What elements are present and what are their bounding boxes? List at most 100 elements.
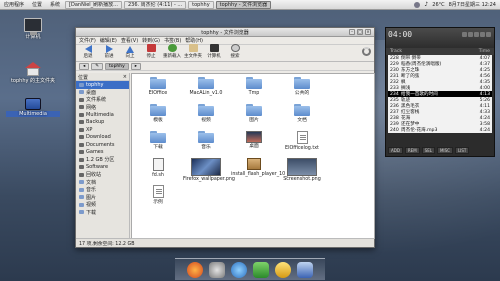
sidebar-item[interactable]: 下载 — [76, 209, 129, 217]
file-item[interactable]: 图片 — [230, 104, 278, 131]
sidebar-item[interactable]: tophhy — [76, 81, 129, 89]
menu-go[interactable]: 转到(G) — [142, 37, 160, 44]
breadcrumb-tophhy[interactable]: tophhy — [105, 62, 129, 70]
file-item[interactable]: EIOfficelog.txt — [278, 131, 326, 158]
file-item[interactable]: 下载 — [134, 131, 182, 158]
window-titlebar[interactable]: tophhy - 文件浏览器 – □ × — [76, 28, 374, 37]
sidebar-item[interactable]: XP — [76, 126, 129, 134]
crumb-left-arrow[interactable]: ◂ — [79, 62, 90, 70]
stop-button[interactable]: 停止 — [142, 44, 160, 59]
sidebar-item[interactable]: 1.2 GB 分区 — [76, 156, 129, 164]
sidebar-item[interactable]: 桌面 — [76, 89, 129, 97]
menu-edit[interactable]: 编辑(E) — [100, 37, 117, 44]
forward-button[interactable]: 前进 — [100, 45, 118, 59]
sidebar-item[interactable]: 网络 — [76, 104, 129, 112]
menu-view[interactable]: 查看(V) — [121, 37, 138, 44]
misc-button[interactable]: MISC — [436, 147, 453, 154]
taskbar-item[interactable]: 236. 周杰伦 (4:11) - ... — [123, 0, 187, 9]
list-button[interactable]: LIST — [454, 147, 470, 154]
taskbar-item-active[interactable]: tophhy - 文件浏览器 — [215, 0, 272, 9]
add-button[interactable]: ADD — [388, 147, 403, 154]
file-item[interactable]: MacALin_v1.0 — [182, 77, 230, 104]
desktop-icon-computer[interactable]: 计算机 — [6, 18, 60, 40]
firefox-icon[interactable] — [187, 262, 203, 278]
network-icon[interactable] — [414, 1, 421, 8]
toolbar: 后退 前进 向上 停止 重新载入 主文件夹 计算机 搜索 — [76, 44, 374, 62]
reload-button[interactable]: 重新载入 — [163, 44, 181, 59]
sidebar-item[interactable]: 音乐 — [76, 186, 129, 194]
sidebar-item[interactable]: 回收站 — [76, 171, 129, 179]
sidebar-item[interactable]: Documents — [76, 141, 129, 149]
prev-icon[interactable] — [462, 32, 467, 37]
clock[interactable]: 8月7日星期三 12:24 — [449, 1, 496, 8]
track-number: 230 — [390, 67, 399, 73]
playlist-row[interactable]: 240 周杰伦-花海.mp3 4:24 — [388, 127, 492, 134]
back-button[interactable]: 后退 — [79, 45, 97, 59]
track-number: 231 — [390, 73, 399, 79]
maximize-icon[interactable]: □ — [357, 29, 363, 35]
stop-icon[interactable] — [480, 32, 485, 37]
sidebar-item[interactable]: 文档 — [76, 179, 129, 187]
pause-icon[interactable] — [474, 32, 479, 37]
file-item[interactable]: 文档 — [278, 104, 326, 131]
next-icon[interactable] — [486, 32, 491, 37]
remove-button[interactable]: REM — [404, 147, 420, 154]
menu-places[interactable]: 位置 — [28, 1, 46, 8]
track-number: 238 — [390, 115, 399, 121]
file-grid: EIOffice MacALin_v1.0 Tmp 公共的模板 视频 图片 文档下载 音乐 桌面… — [132, 74, 374, 212]
sidebar-item[interactable]: 文件系统 — [76, 96, 129, 104]
file-item[interactable]: 模板 — [134, 104, 182, 131]
sidebar-item[interactable]: Games — [76, 149, 129, 157]
computer-button[interactable]: 计算机 — [205, 44, 223, 59]
file-item[interactable]: fd.sh — [134, 158, 182, 185]
file-item[interactable]: Firefox_wallpaper.png — [182, 158, 235, 185]
crumb-right-arrow[interactable]: ▸ — [130, 62, 142, 70]
file-item[interactable]: install_flash_player_10_linux.deb — [230, 158, 310, 185]
weather-label[interactable]: 26°C — [432, 2, 444, 8]
menu-applications[interactable]: 应用程序 — [0, 1, 28, 8]
sidebar-item[interactable]: 视频 — [76, 201, 129, 209]
terminal-icon[interactable] — [253, 262, 269, 278]
search-button[interactable]: 搜索 — [226, 44, 244, 59]
home-button[interactable]: 主文件夹 — [184, 44, 202, 59]
file-item[interactable]: 示例 — [134, 185, 182, 212]
sidebar-item[interactable]: 图片 — [76, 194, 129, 202]
files-icon[interactable] — [297, 262, 313, 278]
disk-icon[interactable] — [209, 262, 225, 278]
file-name: 视频 — [201, 118, 211, 123]
sidebar-item[interactable]: Multimedia — [76, 111, 129, 119]
file-item[interactable]: Screenshot.png — [278, 158, 326, 185]
taskbar-item[interactable]: [DanNiel_刷新播放... — [65, 0, 122, 9]
file-item[interactable]: Tmp — [230, 77, 278, 104]
sidebar-item-label: Documents — [86, 141, 115, 148]
volume-icon[interactable]: ♪ — [424, 1, 428, 8]
menu-system[interactable]: 系统 — [46, 1, 64, 8]
desktop-icon-home[interactable]: tophhy 的主文件夹 — [6, 62, 60, 84]
file-item[interactable]: 音乐 — [182, 131, 230, 158]
up-arrow-icon — [126, 46, 134, 53]
menu-bookmarks[interactable]: 书签(B) — [164, 37, 181, 44]
file-item[interactable]: 视频 — [182, 104, 230, 131]
up-button[interactable]: 向上 — [121, 46, 139, 59]
file-item[interactable]: 桌面 — [230, 131, 278, 158]
taskbar-item[interactable]: tophhy — [188, 0, 214, 9]
minimize-icon[interactable]: – — [349, 29, 355, 35]
edit-location-icon[interactable]: ✎ — [91, 62, 104, 70]
script-file-icon — [152, 158, 164, 171]
sidebar-header[interactable]: 位置 × — [76, 74, 129, 81]
sidebar: 位置 × tophhy 桌面 文件系统 网络 Multimedia Backup XP Dow… — [76, 73, 130, 239]
desktop-icon-multimedia[interactable]: Multimedia — [6, 98, 60, 117]
play-icon[interactable] — [468, 32, 473, 37]
file-item[interactable]: 公共的 — [278, 77, 326, 104]
sidebar-item[interactable]: Software — [76, 164, 129, 172]
close-icon[interactable]: × — [365, 29, 371, 35]
messenger-icon[interactable] — [231, 262, 247, 278]
sidebar-item[interactable]: Download — [76, 134, 129, 142]
file-item[interactable]: EIOffice — [134, 77, 182, 104]
sidebar-close-icon[interactable]: × — [123, 74, 127, 80]
select-button[interactable]: SEL — [421, 147, 435, 154]
sidebar-item[interactable]: Backup — [76, 119, 129, 127]
menu-file[interactable]: 文件(F) — [79, 37, 96, 44]
chat-icon[interactable] — [275, 262, 291, 278]
menu-help[interactable]: 帮助(H) — [185, 37, 203, 44]
